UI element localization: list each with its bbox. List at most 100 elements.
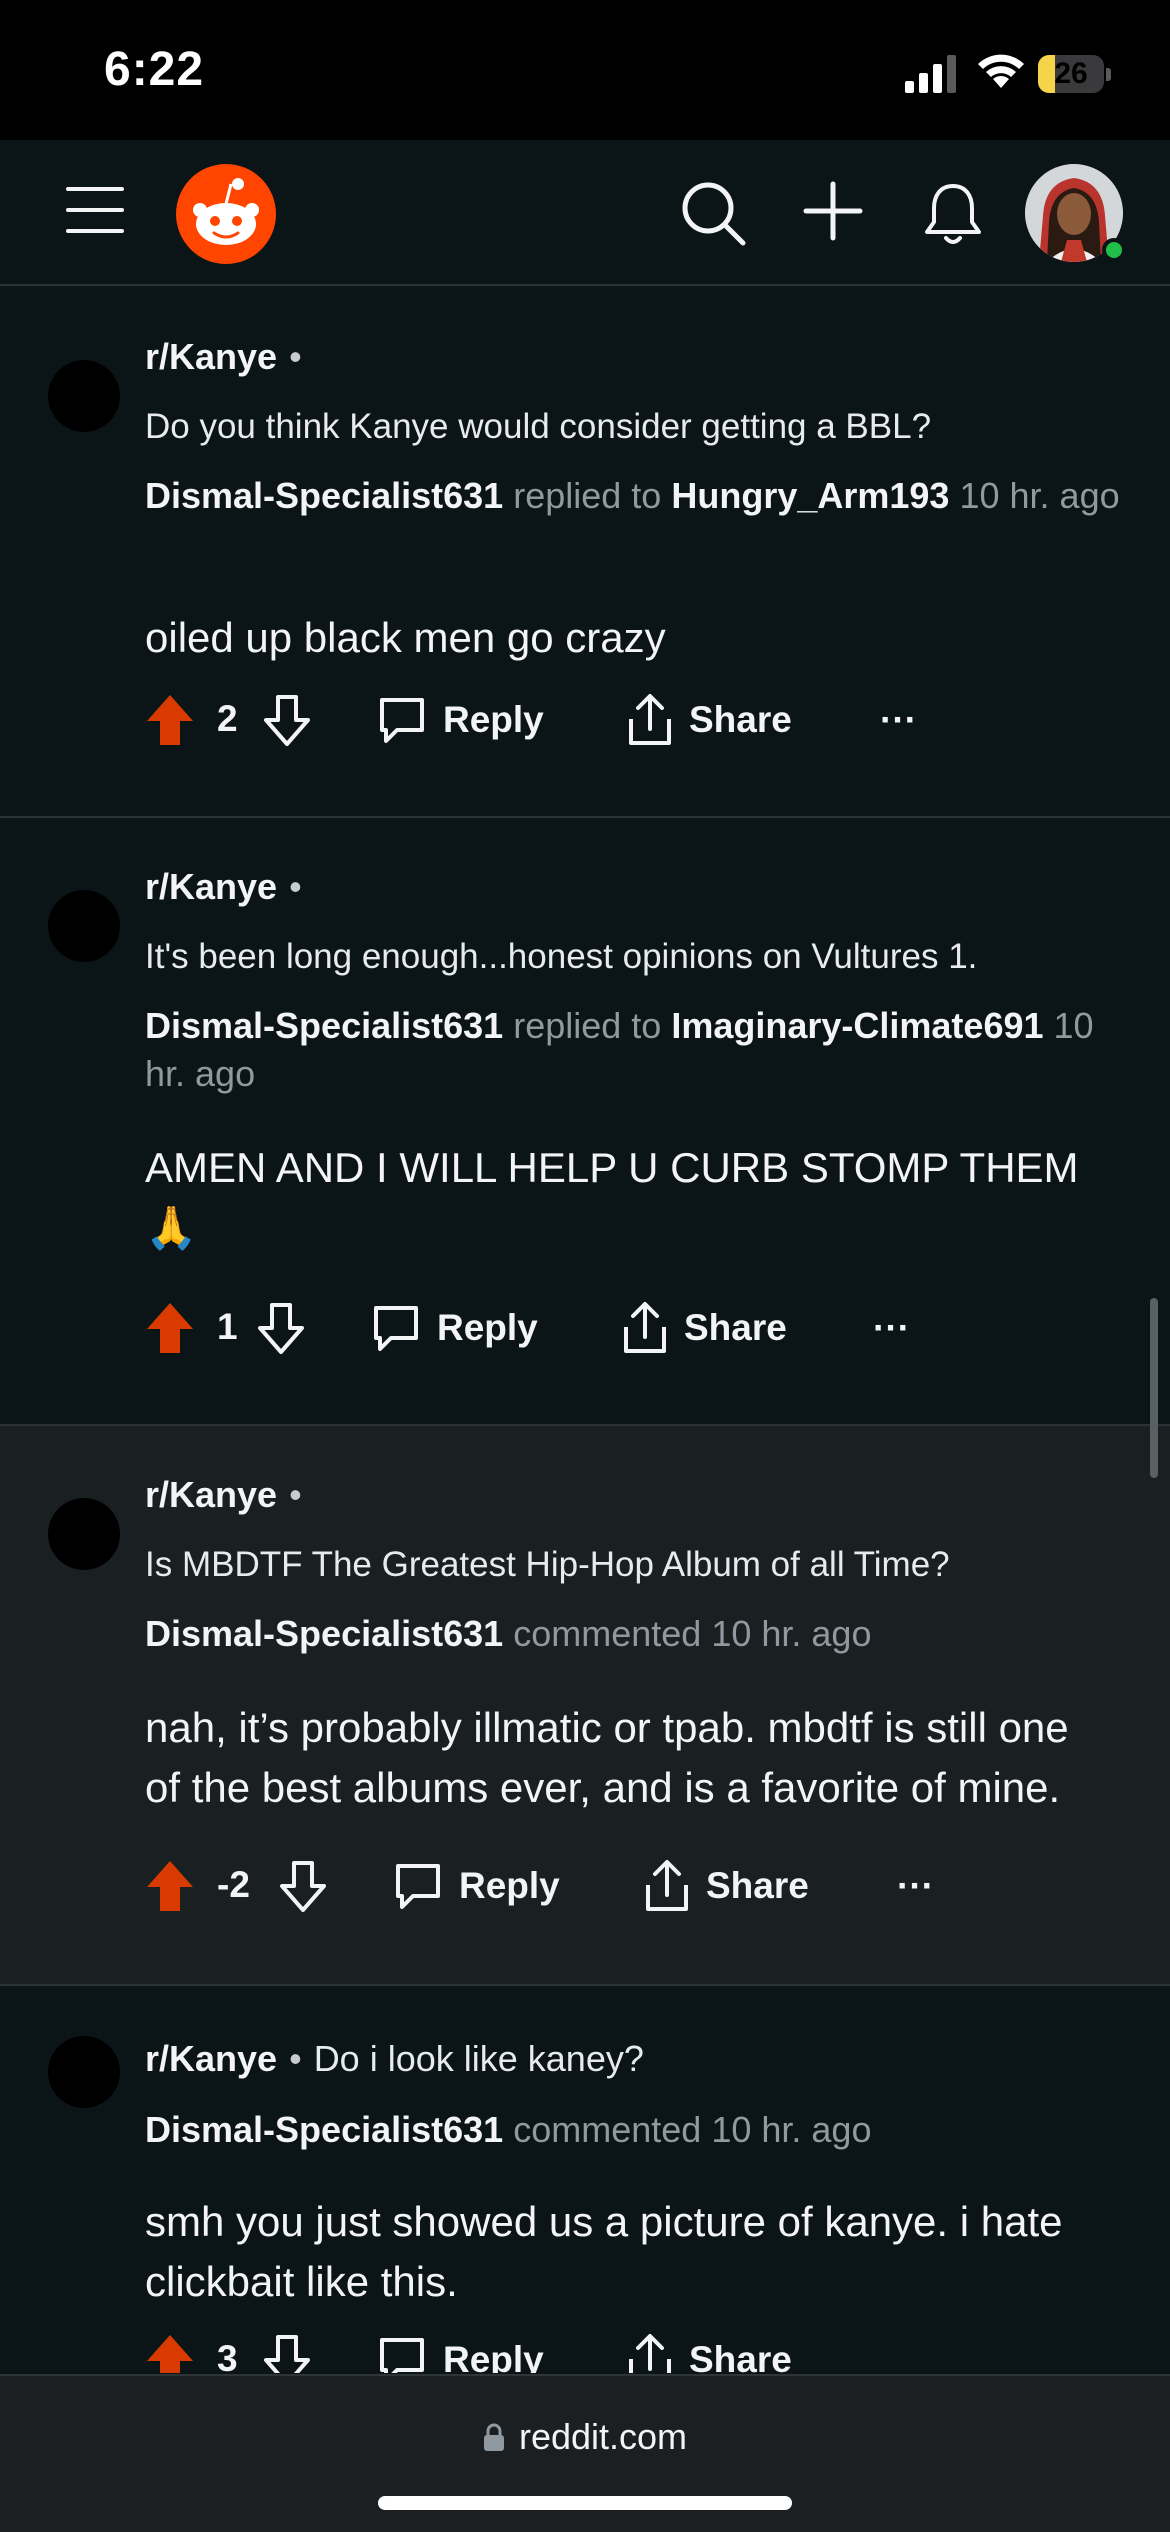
browser-bottom-bar: reddit.com <box>0 2374 1170 2532</box>
status-time: 6:22 <box>104 43 205 96</box>
subreddit-name[interactable]: r/Kanye <box>145 866 277 907</box>
share-button[interactable]: Share <box>620 1298 787 1358</box>
reply-label: Reply <box>443 2339 544 2373</box>
reply-button[interactable]: Reply <box>377 690 544 750</box>
downvote-arrow-icon <box>264 2335 310 2373</box>
share-button[interactable]: Share <box>625 2330 792 2373</box>
wifi-icon <box>978 54 1024 88</box>
comment-card[interactable]: r/Kanye • Do you think Kanye would consid… <box>0 288 1170 818</box>
vote-score: 3 <box>217 2338 238 2373</box>
reply-label: Reply <box>459 1865 560 1906</box>
vote-score: 2 <box>217 698 238 739</box>
downvote-button[interactable] <box>279 1856 327 1916</box>
battery-icon: 26 <box>1038 55 1111 93</box>
comment-card[interactable]: r/Kanye • It's been long enough...honest … <box>0 818 1170 1426</box>
post-title[interactable]: Do you think Kanye would consider gettin… <box>145 404 1125 450</box>
subreddit-name[interactable]: r/Kanye <box>145 336 277 377</box>
upvote-arrow-icon <box>147 2335 193 2373</box>
author-name[interactable]: Dismal-Specialist631 <box>145 2109 503 2150</box>
comment-body: nah, it’s probably illmatic or tpab. mbd… <box>145 1704 1069 1811</box>
downvote-button[interactable] <box>257 1298 305 1358</box>
online-status-indicator <box>1102 238 1126 262</box>
separator-dot: • <box>289 2038 302 2079</box>
plus-icon[interactable] <box>802 180 864 242</box>
url-field[interactable]: reddit.com <box>0 2416 1170 2458</box>
upvote-button[interactable] <box>145 1856 195 1916</box>
share-button[interactable]: Share <box>625 690 792 750</box>
upvote-button[interactable] <box>145 2330 195 2373</box>
share-icon <box>629 2334 671 2373</box>
scrollbar[interactable] <box>1150 1298 1158 1478</box>
downvote-arrow-icon <box>258 1303 304 1354</box>
byline-action: replied to <box>513 1005 662 1046</box>
comment-body: oiled up black men go crazy <box>145 614 666 661</box>
chat-bubble-icon <box>396 1864 440 1909</box>
reply-button[interactable]: Reply <box>371 1298 538 1358</box>
author-name[interactable]: Dismal-Specialist631 <box>145 475 503 516</box>
comment-timestamp: 10 hr. ago <box>711 1613 872 1654</box>
post-title[interactable]: Is MBDTF The Greatest Hip-Hop Album of a… <box>145 1542 1125 1588</box>
comment-actions: -2 Reply Share ··· <box>145 1856 1145 1916</box>
more-options-icon: ··· <box>873 1307 910 1348</box>
chat-bubble-icon <box>380 2338 424 2373</box>
comment-byline: Dismal-Specialist631 commented 10 hr. ag… <box>145 1610 1125 1658</box>
subreddit-avatar[interactable] <box>48 2036 120 2108</box>
upvote-arrow-icon <box>147 695 193 745</box>
comment-timestamp: 10 hr. ago <box>959 475 1120 516</box>
post-title[interactable]: Do i look like kaney? <box>314 2038 644 2079</box>
post-title[interactable]: It's been long enough...honest opinions … <box>145 934 1125 980</box>
subreddit-name[interactable]: r/Kanye <box>145 1474 277 1515</box>
reply-button[interactable]: Reply <box>393 1856 560 1916</box>
separator-dot: • <box>289 336 302 377</box>
share-label: Share <box>684 1307 787 1348</box>
subreddit-name[interactable]: r/Kanye <box>145 2038 277 2079</box>
reply-button[interactable]: Reply <box>377 2330 544 2373</box>
upvote-button[interactable] <box>145 690 195 750</box>
byline-action: replied to <box>513 475 662 516</box>
reddit-logo-icon[interactable] <box>176 164 276 264</box>
reply-target-name[interactable]: Hungry_Arm193 <box>671 475 949 516</box>
share-icon <box>624 1302 666 1353</box>
comment-feed: r/Kanye • Do you think Kanye would consid… <box>0 288 1170 2373</box>
more-options-button[interactable]: ··· <box>897 1856 934 1916</box>
more-options-icon: ··· <box>880 699 917 740</box>
downvote-button[interactable] <box>263 690 311 750</box>
subreddit-avatar[interactable] <box>48 360 120 432</box>
search-icon[interactable] <box>680 180 746 246</box>
comment-timestamp: 10 hr. ago <box>711 2109 872 2150</box>
downvote-arrow-icon <box>264 695 310 746</box>
author-name[interactable]: Dismal-Specialist631 <box>145 1005 503 1046</box>
subreddit-avatar[interactable] <box>48 1498 120 1570</box>
comment-card[interactable]: r/Kanye • Is MBDTF The Greatest Hip-Hop A… <box>0 1426 1170 1986</box>
chat-bubble-icon <box>380 698 424 743</box>
share-icon <box>646 1860 688 1911</box>
bell-icon[interactable] <box>922 180 984 246</box>
author-name[interactable]: Dismal-Specialist631 <box>145 1613 503 1654</box>
subreddit-avatar[interactable] <box>48 890 120 962</box>
app-header <box>0 140 1170 286</box>
battery-level: 26 <box>1054 57 1088 90</box>
reply-target-name[interactable]: Imaginary-Climate691 <box>671 1005 1043 1046</box>
comment-byline: Dismal-Specialist631 commented 10 hr. ag… <box>145 2106 1125 2154</box>
comment-card[interactable]: r/Kanye • Do i look like kaney? Dismal-Spe… <box>0 1986 1170 2373</box>
upvote-arrow-icon <box>147 1303 193 1353</box>
home-indicator[interactable] <box>378 2496 792 2510</box>
status-bar: 6:22 26 <box>0 0 1170 140</box>
upvote-button[interactable] <box>145 1298 195 1358</box>
comment-byline: Dismal-Specialist631 replied to Imaginar… <box>145 1002 1125 1098</box>
url-text: reddit.com <box>518 2416 688 2457</box>
more-options-icon: ··· <box>897 1865 934 1906</box>
hamburger-icon[interactable] <box>66 185 124 235</box>
comment-body: AMEN AND I WILL HELP U CURB STOMP THEM 🙏 <box>145 1144 1079 1251</box>
share-button[interactable]: Share <box>642 1856 809 1916</box>
more-options-button[interactable]: ··· <box>873 1298 910 1358</box>
share-label: Share <box>689 2339 792 2373</box>
chat-bubble-icon <box>374 1306 418 1351</box>
more-options-button[interactable]: ··· <box>880 690 917 750</box>
share-label: Share <box>706 1865 809 1906</box>
downvote-button[interactable] <box>263 2330 311 2373</box>
share-icon <box>629 694 671 745</box>
comment-actions: 3 Reply Share <box>145 2330 1145 2373</box>
lock-icon <box>483 2423 504 2451</box>
comment-body: smh you just showed us a picture of kany… <box>145 2198 1063 2305</box>
